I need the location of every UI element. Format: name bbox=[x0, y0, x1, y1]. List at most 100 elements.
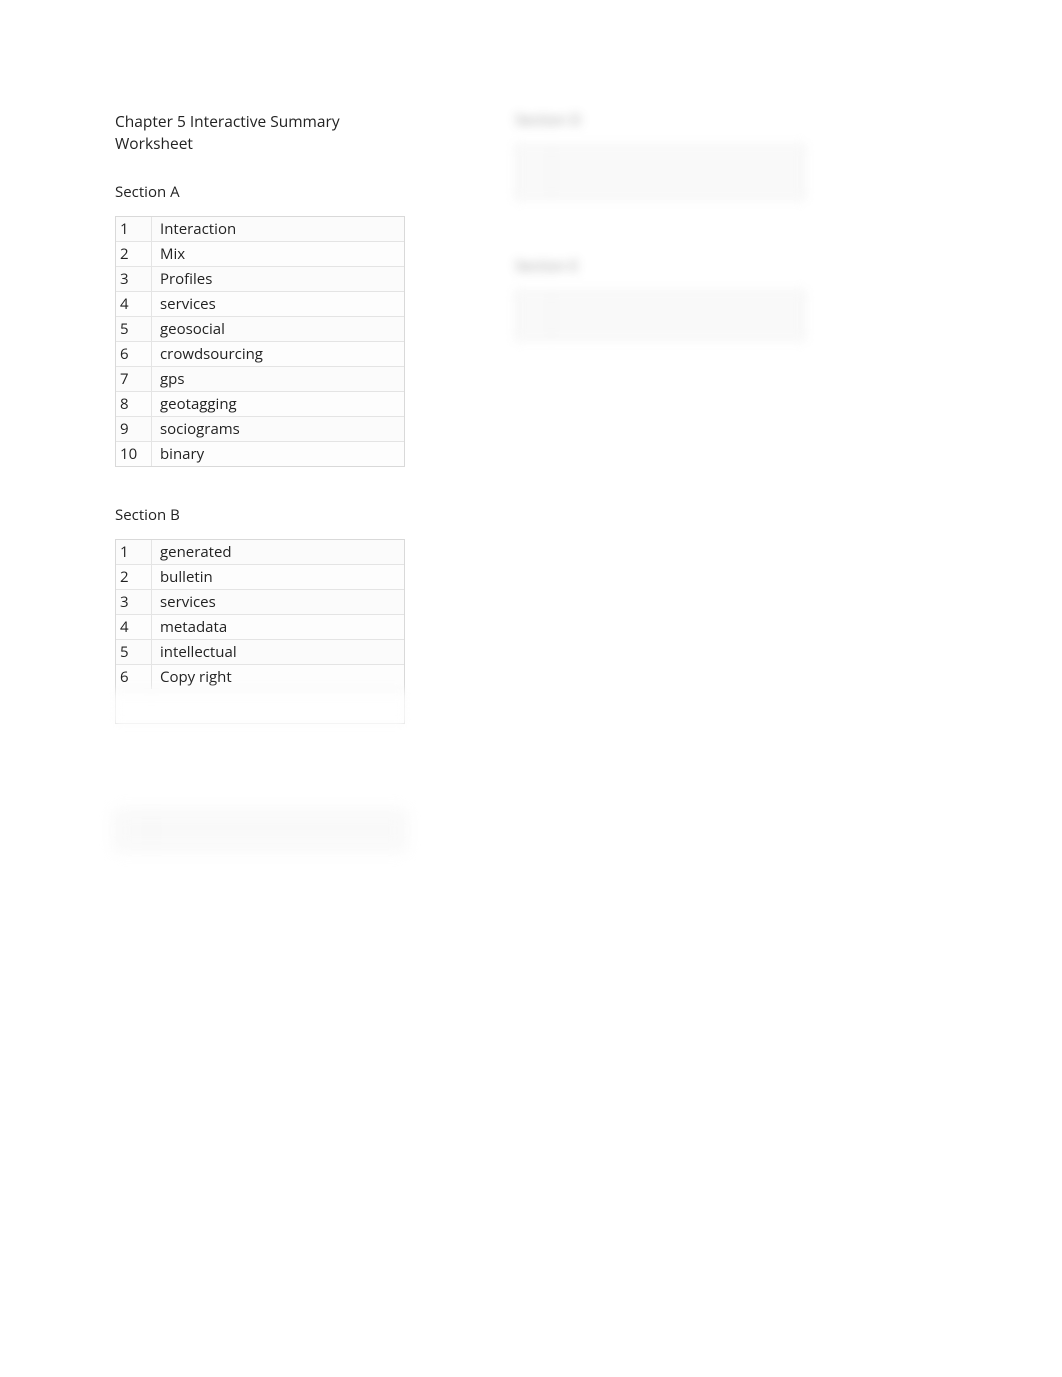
row-value bbox=[552, 185, 804, 189]
row-value bbox=[552, 160, 804, 164]
row-number: 7 bbox=[116, 367, 152, 391]
row-value: metadata bbox=[152, 615, 404, 639]
row-value bbox=[552, 331, 804, 335]
row-value bbox=[152, 821, 404, 825]
row-number: 9 bbox=[116, 417, 152, 441]
row-value: services bbox=[152, 590, 404, 614]
table-row: 8geotagging bbox=[116, 392, 404, 417]
row-value bbox=[152, 694, 404, 698]
section-d-table bbox=[515, 144, 805, 200]
row-number bbox=[516, 170, 552, 174]
section-b-hidden-rows bbox=[116, 689, 404, 723]
row-number bbox=[516, 301, 552, 305]
row-number bbox=[516, 165, 552, 169]
table-row: 1generated bbox=[116, 540, 404, 565]
table-row: 6crowdsourcing bbox=[116, 342, 404, 367]
right-column: Section D Section E bbox=[515, 110, 805, 379]
table-row: 2Mix bbox=[116, 242, 404, 267]
row-number: 5 bbox=[116, 317, 152, 341]
row-value bbox=[152, 704, 404, 708]
table-row: 4metadata bbox=[116, 615, 404, 640]
row-number bbox=[116, 714, 152, 718]
row-value: crowdsourcing bbox=[152, 342, 404, 366]
row-value bbox=[552, 311, 804, 315]
row-number bbox=[116, 831, 152, 835]
row-value bbox=[552, 180, 804, 184]
row-number bbox=[516, 180, 552, 184]
row-number bbox=[116, 826, 152, 830]
table-row: 5geosocial bbox=[116, 317, 404, 342]
row-number: 3 bbox=[116, 267, 152, 291]
row-value bbox=[552, 321, 804, 325]
row-value bbox=[152, 831, 404, 835]
row-value bbox=[152, 836, 404, 840]
row-number: 1 bbox=[116, 540, 152, 564]
row-value bbox=[152, 841, 404, 845]
table-row bbox=[516, 336, 804, 340]
table-row bbox=[516, 195, 804, 199]
row-number bbox=[516, 145, 552, 149]
section-e-table bbox=[515, 290, 805, 341]
row-value bbox=[152, 689, 404, 693]
row-value: intellectual bbox=[152, 640, 404, 664]
row-value: generated bbox=[152, 540, 404, 564]
row-value: geotagging bbox=[152, 392, 404, 416]
row-value bbox=[552, 155, 804, 159]
row-value bbox=[552, 296, 804, 300]
row-value bbox=[152, 811, 404, 815]
row-value: Interaction bbox=[152, 217, 404, 241]
row-value bbox=[552, 150, 804, 154]
table-row: 3Profiles bbox=[116, 267, 404, 292]
table-row: 4services bbox=[116, 292, 404, 317]
section-b-heading: Section B bbox=[115, 505, 405, 525]
row-value bbox=[552, 316, 804, 320]
table-row: 2bulletin bbox=[116, 565, 404, 590]
page: Chapter 5 Interactive Summary Worksheet … bbox=[0, 0, 1062, 889]
row-value bbox=[552, 301, 804, 305]
row-number bbox=[516, 155, 552, 159]
row-value bbox=[152, 719, 404, 723]
row-value bbox=[552, 326, 804, 330]
float-table bbox=[115, 810, 405, 851]
row-number bbox=[116, 836, 152, 840]
row-value bbox=[552, 336, 804, 340]
row-value bbox=[152, 699, 404, 703]
row-value: sociograms bbox=[152, 417, 404, 441]
row-value bbox=[552, 170, 804, 174]
row-value bbox=[552, 291, 804, 295]
row-value bbox=[152, 826, 404, 830]
row-number bbox=[116, 709, 152, 713]
row-number bbox=[116, 821, 152, 825]
row-number bbox=[116, 846, 152, 850]
section-a-heading: Section A bbox=[115, 182, 405, 202]
row-value bbox=[152, 714, 404, 718]
row-value: gps bbox=[152, 367, 404, 391]
row-number bbox=[516, 190, 552, 194]
row-number bbox=[516, 291, 552, 295]
row-number bbox=[516, 185, 552, 189]
row-number bbox=[116, 704, 152, 708]
row-number bbox=[116, 694, 152, 698]
row-number bbox=[116, 816, 152, 820]
row-number bbox=[116, 699, 152, 703]
left-column: Chapter 5 Interactive Summary Worksheet … bbox=[115, 110, 405, 889]
row-value bbox=[552, 175, 804, 179]
row-number bbox=[516, 321, 552, 325]
row-number bbox=[516, 336, 552, 340]
row-number bbox=[516, 331, 552, 335]
row-number: 6 bbox=[116, 342, 152, 366]
row-value: services bbox=[152, 292, 404, 316]
row-number: 6 bbox=[116, 665, 152, 689]
page-title: Chapter 5 Interactive Summary Worksheet bbox=[115, 110, 405, 154]
row-number: 4 bbox=[116, 615, 152, 639]
row-value bbox=[552, 195, 804, 199]
row-number bbox=[516, 160, 552, 164]
row-number: 4 bbox=[116, 292, 152, 316]
section-b-clear-rows: 1generated2bulletin3services4metadata5in… bbox=[116, 540, 404, 689]
table-row: 9sociograms bbox=[116, 417, 404, 442]
row-number bbox=[116, 841, 152, 845]
float-block bbox=[115, 810, 405, 851]
row-value: binary bbox=[152, 442, 404, 466]
row-number: 1 bbox=[116, 217, 152, 241]
row-number: 2 bbox=[116, 242, 152, 266]
